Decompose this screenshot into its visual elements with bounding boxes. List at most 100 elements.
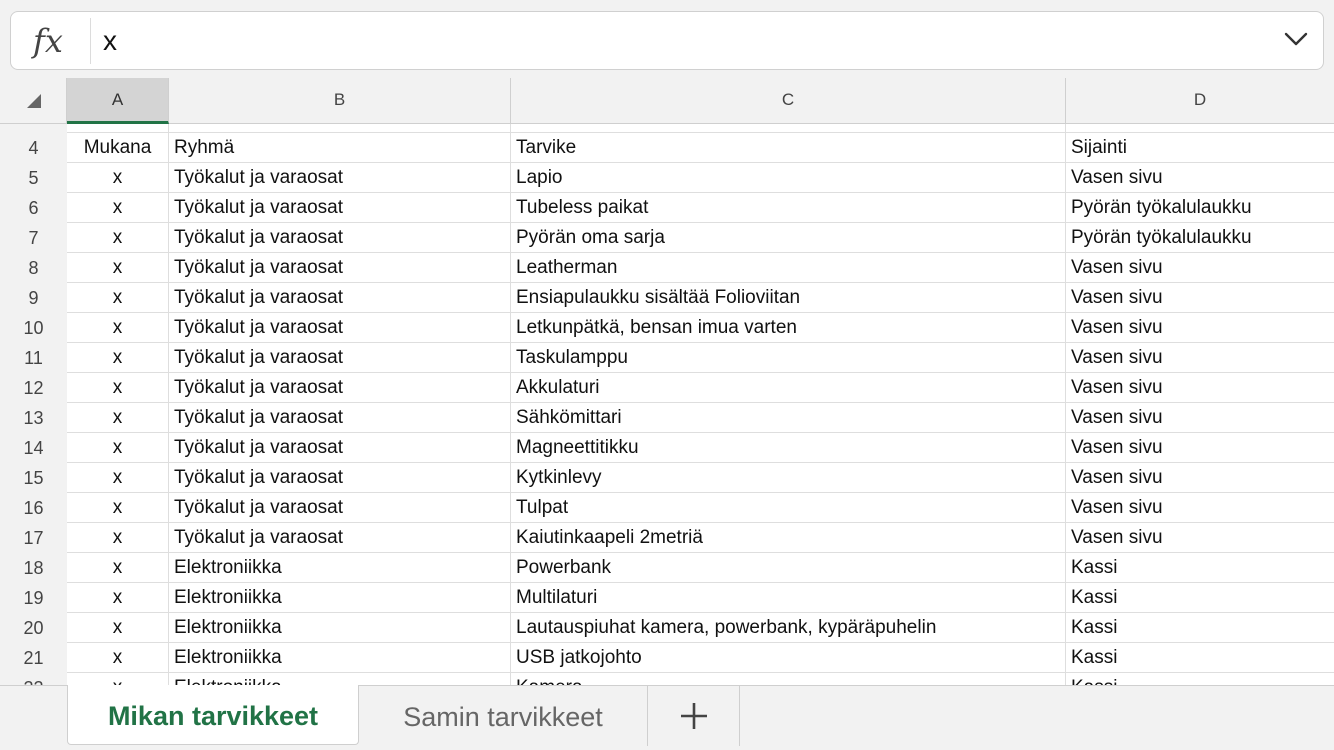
cell-d[interactable]: Vasen sivu <box>1066 313 1334 343</box>
cell-c[interactable]: Tulpat <box>511 493 1066 523</box>
cell-c[interactable]: Akkulaturi <box>511 373 1066 403</box>
cell-a[interactable]: x <box>67 313 169 343</box>
cell-b[interactable]: Työkalut ja varaosat <box>169 313 511 343</box>
chevron-down-icon[interactable] <box>1283 29 1309 49</box>
cell-d[interactable]: Kassi <box>1066 583 1334 613</box>
cell-c[interactable]: Multilaturi <box>511 583 1066 613</box>
cell-c[interactable]: Lapio <box>511 163 1066 193</box>
sheet-tab-mikan[interactable]: Mikan tarvikkeet <box>67 685 359 745</box>
cell-d[interactable]: Vasen sivu <box>1066 493 1334 523</box>
row-number[interactable]: 15 <box>0 463 67 493</box>
cell-c[interactable]: Leatherman <box>511 253 1066 283</box>
cell-a[interactable]: x <box>67 493 169 523</box>
row-number[interactable]: 7 <box>0 223 67 253</box>
cell-a[interactable]: x <box>67 193 169 223</box>
cell-d[interactable] <box>1066 124 1334 133</box>
cell-c[interactable]: Kytkinlevy <box>511 463 1066 493</box>
cell-b[interactable]: Työkalut ja varaosat <box>169 523 511 553</box>
cell-c[interactable]: Sähkömittari <box>511 403 1066 433</box>
cell-d[interactable]: Pyörän työkalulaukku <box>1066 193 1334 223</box>
cell-c[interactable]: Letkunpätkä, bensan imua varten <box>511 313 1066 343</box>
cell-c[interactable]: Tubeless paikat <box>511 193 1066 223</box>
cell-b[interactable]: Elektroniikka <box>169 673 511 685</box>
cell-b[interactable]: Työkalut ja varaosat <box>169 463 511 493</box>
cell-d[interactable]: Vasen sivu <box>1066 433 1334 463</box>
cell-c[interactable]: Ensiapulaukku sisältää Folioviitan <box>511 283 1066 313</box>
cell-d[interactable]: Sijainti <box>1066 133 1334 163</box>
cell-d[interactable]: Kassi <box>1066 673 1334 685</box>
sheet-tab-samin[interactable]: Samin tarvikkeet <box>359 686 648 746</box>
cell-b[interactable]: Elektroniikka <box>169 553 511 583</box>
cell-b[interactable]: Työkalut ja varaosat <box>169 163 511 193</box>
cell-a[interactable]: x <box>67 643 169 673</box>
cell-c[interactable]: Lautauspiuhat kamera, powerbank, kypäräp… <box>511 613 1066 643</box>
cell-d[interactable]: Vasen sivu <box>1066 283 1334 313</box>
cell-a[interactable]: x <box>67 583 169 613</box>
cell-b[interactable]: Työkalut ja varaosat <box>169 493 511 523</box>
cell-a[interactable] <box>67 124 169 133</box>
cell-d[interactable]: Vasen sivu <box>1066 463 1334 493</box>
cell-d[interactable]: Vasen sivu <box>1066 253 1334 283</box>
cell-b[interactable]: Työkalut ja varaosat <box>169 343 511 373</box>
column-header-b[interactable]: B <box>169 78 511 124</box>
cell-b[interactable]: Elektroniikka <box>169 613 511 643</box>
row-number[interactable]: 4 <box>0 133 67 163</box>
cell-d[interactable]: Vasen sivu <box>1066 163 1334 193</box>
row-number[interactable]: 11 <box>0 343 67 373</box>
cell-c[interactable]: Pyörän oma sarja <box>511 223 1066 253</box>
row-number[interactable]: 10 <box>0 313 67 343</box>
cell-a[interactable]: x <box>67 523 169 553</box>
cell-b[interactable]: Ryhmä <box>169 133 511 163</box>
cell-c[interactable]: Kaiutinkaapeli 2metriä <box>511 523 1066 553</box>
row-number[interactable]: 6 <box>0 193 67 223</box>
column-header-a[interactable]: A <box>67 78 169 124</box>
row-number[interactable]: 9 <box>0 283 67 313</box>
cell-a[interactable]: x <box>67 433 169 463</box>
cell-d[interactable]: Kassi <box>1066 613 1334 643</box>
cell-a[interactable]: x <box>67 613 169 643</box>
row-number[interactable]: 8 <box>0 253 67 283</box>
row-number[interactable]: 20 <box>0 613 67 643</box>
cell-a[interactable]: x <box>67 163 169 193</box>
cell-a[interactable]: x <box>67 283 169 313</box>
row-number[interactable]: 14 <box>0 433 67 463</box>
cell-c[interactable]: Kamera <box>511 673 1066 685</box>
cell-c[interactable]: Tarvike <box>511 133 1066 163</box>
row-number[interactable]: 12 <box>0 373 67 403</box>
cell-b[interactable] <box>169 124 511 133</box>
cell-c[interactable]: USB jatkojohto <box>511 643 1066 673</box>
row-number[interactable]: 13 <box>0 403 67 433</box>
cell-d[interactable]: Vasen sivu <box>1066 373 1334 403</box>
row-number[interactable]: 17 <box>0 523 67 553</box>
cell-b[interactable]: Työkalut ja varaosat <box>169 433 511 463</box>
cell-b[interactable]: Työkalut ja varaosat <box>169 253 511 283</box>
row-number[interactable]: 5 <box>0 163 67 193</box>
cell-c[interactable] <box>511 124 1066 133</box>
cell-a[interactable]: x <box>67 403 169 433</box>
cell-d[interactable]: Pyörän työkalulaukku <box>1066 223 1334 253</box>
formula-input[interactable]: x <box>103 24 117 58</box>
cell-b[interactable]: Työkalut ja varaosat <box>169 403 511 433</box>
cell-a[interactable]: x <box>67 373 169 403</box>
cell-d[interactable]: Vasen sivu <box>1066 343 1334 373</box>
cell-d[interactable]: Vasen sivu <box>1066 403 1334 433</box>
cell-a[interactable]: x <box>67 343 169 373</box>
cell-c[interactable]: Powerbank <box>511 553 1066 583</box>
add-sheet-button[interactable] <box>648 686 740 746</box>
cell-a[interactable]: x <box>67 673 169 685</box>
cell-a[interactable]: Mukana <box>67 133 169 163</box>
cell-b[interactable]: Työkalut ja varaosat <box>169 283 511 313</box>
cell-c[interactable]: Taskulamppu <box>511 343 1066 373</box>
cell-a[interactable]: x <box>67 553 169 583</box>
cell-b[interactable]: Työkalut ja varaosat <box>169 373 511 403</box>
cell-a[interactable]: x <box>67 253 169 283</box>
cell-b[interactable]: Työkalut ja varaosat <box>169 223 511 253</box>
cell-b[interactable]: Elektroniikka <box>169 643 511 673</box>
cell-c[interactable]: Magneettitikku <box>511 433 1066 463</box>
cell-b[interactable]: Työkalut ja varaosat <box>169 193 511 223</box>
row-number[interactable]: 16 <box>0 493 67 523</box>
cell-a[interactable]: x <box>67 463 169 493</box>
row-number[interactable]: 18 <box>0 553 67 583</box>
column-header-c[interactable]: C <box>511 78 1066 124</box>
cell-b[interactable]: Elektroniikka <box>169 583 511 613</box>
